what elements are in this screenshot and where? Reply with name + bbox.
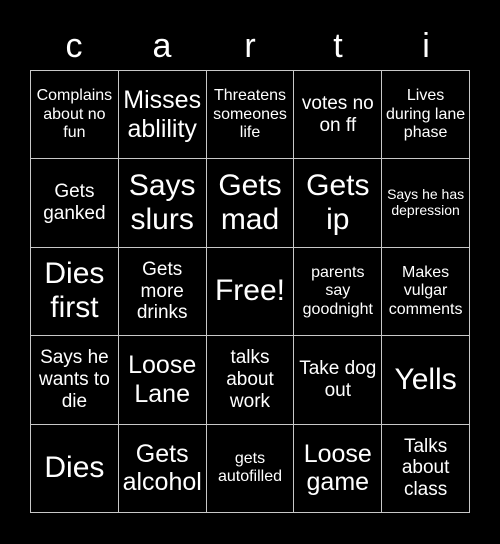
bingo-cell-label: Loose Lane (128, 351, 197, 408)
bingo-cell[interactable]: Dies (31, 424, 119, 513)
bingo-cell[interactable]: Threatens someones life (206, 71, 295, 160)
bingo-cell[interactable]: Misses ablility (118, 71, 207, 160)
bingo-cell[interactable]: Gets alcohol (118, 424, 207, 513)
bingo-cell[interactable]: Gets mad (206, 159, 295, 248)
bingo-cell-label: Talks about class (401, 435, 450, 501)
bingo-cell[interactable]: Says he has depression (382, 159, 470, 248)
bingo-cell-label: Free! (214, 274, 285, 308)
bingo-cell-label: votes no on ff (301, 93, 374, 136)
bingo-cell-label: Says he wants to die (39, 347, 110, 412)
bingo-cell-label: Take dog out (299, 358, 377, 401)
bingo-header-letters: carti (30, 22, 470, 70)
bingo-cell[interactable]: talks about work (206, 336, 295, 425)
bingo-cell-label: Gets ganked (43, 181, 106, 225)
bingo-header-letter-4: i (422, 27, 430, 65)
bingo-header-letter-2: r (244, 27, 256, 65)
bingo-cell[interactable]: Gets ganked (31, 159, 119, 248)
bingo-cell-label: Yells (394, 362, 457, 396)
bingo-cell[interactable]: Dies first (31, 247, 119, 337)
bingo-cell-label: Says he has depression (387, 186, 465, 219)
bingo-cell[interactable]: Complains about no fun (31, 71, 119, 160)
bingo-cell[interactable]: Says slurs (118, 159, 207, 248)
bingo-cell-label: Gets mad (218, 168, 282, 237)
bingo-cell-label: Makes vulgar comments (388, 264, 463, 318)
bingo-cell-label: Threatens someones life (213, 87, 287, 141)
bingo-cell[interactable]: Lives during lane phase (382, 71, 470, 160)
bingo-cell[interactable]: Gets ip (294, 159, 383, 248)
bingo-cell-label: Lives during lane phase (386, 87, 466, 141)
bingo-cell[interactable]: gets autofilled (206, 424, 295, 513)
bingo-grid: Complains about no fun Misses ablility Thr… (30, 70, 470, 513)
bingo-cell-label: Says slurs (128, 168, 196, 237)
bingo-cell-label: Misses ablility (123, 86, 202, 143)
bingo-header-letter-3: t (333, 27, 343, 65)
bingo-cell[interactable]: Says he wants to die (31, 336, 119, 425)
bingo-cell[interactable]: Loose game (294, 424, 383, 513)
bingo-cell-label: gets autofilled (217, 450, 283, 486)
bingo-free-space[interactable]: Free! (206, 247, 295, 337)
bingo-header-letter-0: c (65, 27, 83, 65)
bingo-header-letter-1: a (152, 27, 172, 65)
bingo-cell-label: Loose game (303, 439, 372, 497)
bingo-cell[interactable]: Loose Lane (118, 336, 207, 425)
bingo-card: c a r t i Complains about no fun Misses ablil… (0, 0, 500, 544)
bingo-cell-label: parents say goodnight (302, 264, 373, 318)
bingo-cell[interactable]: Gets more drinks (118, 247, 207, 337)
bingo-cell[interactable]: Makes vulgar comments (382, 247, 470, 337)
bingo-cell[interactable]: votes no on ff (294, 71, 383, 160)
bingo-cell[interactable]: Talks about class (382, 424, 470, 513)
bingo-cell-label: Dies first (44, 257, 105, 325)
bingo-cell-label: Gets ip (306, 168, 370, 237)
bingo-cell[interactable]: Take dog out (294, 336, 383, 425)
bingo-cell[interactable]: Yells (382, 336, 470, 425)
bingo-cell-label: Complains about no fun (36, 87, 113, 141)
bingo-cell-label: talks about work (226, 347, 274, 412)
bingo-cell[interactable]: parents say goodnight (294, 247, 383, 337)
bingo-cell-label: Dies (44, 451, 105, 485)
bingo-cell-label: Gets more drinks (136, 259, 188, 324)
bingo-cell-label: Gets alcohol (122, 439, 202, 497)
